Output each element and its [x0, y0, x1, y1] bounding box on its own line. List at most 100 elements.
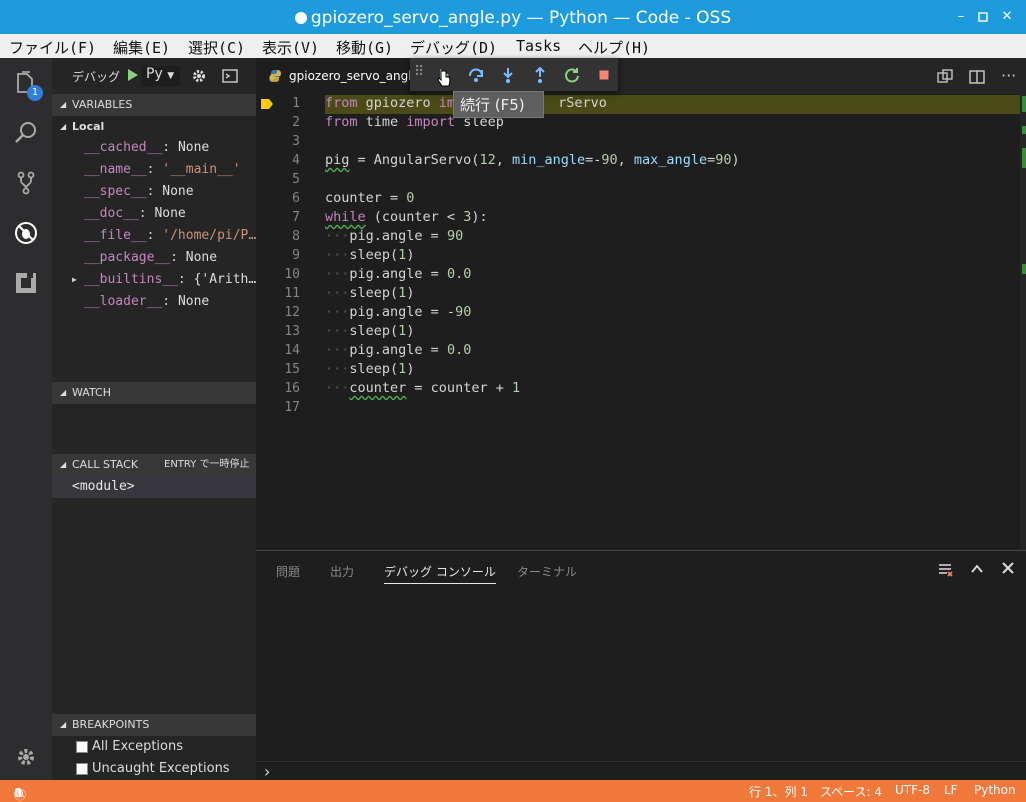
menu-selection[interactable]: 選択(C): [188, 37, 245, 58]
code-line[interactable]: pig = AngularServo(12, min_angle=-90, ma…: [325, 152, 740, 168]
code-line[interactable]: ···sleep(1): [325, 361, 414, 377]
bottom-panel: 問題 出力 デバッグ コンソール ターミナル ›: [256, 550, 1026, 781]
code-line[interactable]: ···pig.angle = 90: [325, 228, 463, 244]
explorer-button[interactable]: 1: [0, 58, 52, 106]
code-line[interactable]: ···pig.angle = 0.0: [325, 342, 471, 358]
menu-file[interactable]: ファイル(F): [9, 37, 96, 58]
source-control-button[interactable]: [0, 158, 52, 206]
close-window-icon[interactable]: ✕: [996, 6, 1018, 28]
line-number: 12: [284, 305, 300, 320]
code-line[interactable]: ···sleep(1): [325, 285, 414, 301]
debug-console-icon[interactable]: [222, 69, 238, 87]
debug-view-button[interactable]: [0, 208, 52, 256]
overview-ruler[interactable]: [1020, 94, 1026, 550]
debug-settings-icon[interactable]: [191, 68, 207, 88]
step-out-icon: [535, 66, 545, 83]
debug-config-select[interactable]: Py ▼: [142, 66, 180, 86]
checkbox[interactable]: [76, 763, 88, 775]
title-bar: gpiozero_servo_angle.py — Python — Code …: [0, 0, 1026, 34]
indentation[interactable]: スペース: 4: [820, 783, 882, 800]
line-number: 5: [292, 172, 300, 187]
start-debugging-icon[interactable]: [127, 68, 139, 82]
editor: gpiozero_servo_angle ··· 1 2 3 4 5 6 7 8…: [256, 58, 1026, 550]
code-line[interactable]: ···sleep(1): [325, 247, 414, 263]
end-of-line[interactable]: LF: [944, 783, 958, 797]
variables-header[interactable]: ◢ VARIABLES: [52, 94, 256, 116]
line-number: 6: [292, 191, 300, 206]
code-line[interactable]: while (counter < 3):: [325, 209, 488, 225]
console-prompt: ›: [264, 762, 271, 781]
menu-tasks[interactable]: Tasks: [516, 37, 561, 55]
split-editor-icon[interactable]: [969, 69, 985, 89]
cursor-position[interactable]: 行 1、列 1: [749, 783, 808, 800]
chevron-right-icon[interactable]: ▶: [72, 269, 77, 291]
tab-debug-console[interactable]: デバッグ コンソール: [384, 563, 496, 584]
close-panel-icon[interactable]: [1001, 561, 1015, 579]
debug-console-input[interactable]: ›: [256, 761, 1026, 781]
step-into-button[interactable]: [500, 67, 516, 83]
callstack-frame[interactable]: <module>: [52, 476, 256, 498]
clear-console-icon[interactable]: [937, 562, 953, 582]
extensions-icon: [16, 272, 36, 293]
scope-local[interactable]: ◢ Local: [52, 116, 256, 138]
drag-handle-icon[interactable]: ⠿: [414, 64, 430, 80]
line-number: 8: [292, 229, 300, 244]
breakpoint-uncaught-exceptions[interactable]: Uncaught Exceptions: [52, 758, 256, 780]
chevron-down-icon: ◢: [60, 122, 67, 131]
search-icon: [15, 122, 36, 143]
chevron-down-icon: ◢: [60, 100, 67, 109]
breakpoints-header[interactable]: ◢ BREAKPOINTS: [52, 714, 256, 736]
debug-label: デバッグ: [72, 70, 121, 84]
chevron-down-icon: ◢: [60, 720, 67, 729]
line-number: 17: [284, 400, 300, 415]
line-number: 16: [284, 381, 300, 396]
minimize-icon[interactable]: –: [950, 6, 972, 28]
menu-help[interactable]: ヘルプ(H): [578, 37, 650, 58]
window-title: gpiozero_servo_angle.py — Python — Code …: [310, 8, 732, 28]
stop-button[interactable]: [596, 67, 612, 83]
checkbox[interactable]: [76, 741, 88, 753]
python-file-icon: [269, 70, 281, 82]
git-branch-icon: [17, 171, 35, 195]
variable-item[interactable]: __name__: '__main__': [52, 159, 256, 181]
encoding[interactable]: UTF-8: [895, 783, 930, 797]
variable-item[interactable]: __file__: '/home/pi/P…: [52, 225, 256, 247]
breakpoint-all-exceptions[interactable]: All Exceptions: [52, 736, 256, 758]
variable-item[interactable]: __spec__: None: [52, 181, 256, 203]
extensions-button[interactable]: [0, 258, 52, 306]
menu-view[interactable]: 表示(V): [262, 37, 319, 58]
tab-output[interactable]: 出力: [330, 563, 354, 580]
code-line[interactable]: ···sleep(1): [325, 323, 414, 339]
debug-toolbar-sidebar: デバッグ Py ▼: [52, 58, 256, 94]
code-line[interactable]: counter = 0: [325, 190, 414, 206]
step-out-button[interactable]: [532, 66, 548, 83]
manage-button[interactable]: [0, 732, 52, 780]
editor-tab[interactable]: gpiozero_servo_angle: [256, 58, 419, 94]
callstack-header[interactable]: ◢ CALL STACK ENTRY で一時停止: [52, 454, 256, 476]
language-mode[interactable]: Python: [974, 783, 1016, 797]
variable-item[interactable]: __cached__: None: [52, 137, 256, 159]
code-line[interactable]: ···pig.angle = 0.0: [325, 266, 471, 282]
line-number: 11: [284, 286, 300, 301]
tab-problems[interactable]: 問題: [276, 563, 300, 580]
variable-item[interactable]: __loader__: None: [52, 291, 256, 313]
code-line[interactable]: ···counter = counter + 1: [325, 380, 520, 396]
step-over-button[interactable]: [468, 67, 484, 83]
tab-terminal[interactable]: ターミナル: [517, 563, 577, 580]
variable-item[interactable]: ▶ __builtins__: {'Arith…: [52, 269, 256, 291]
menu-edit[interactable]: 編集(E): [113, 37, 170, 58]
menu-debug[interactable]: デバッグ(D): [410, 37, 497, 58]
search-button[interactable]: [0, 108, 52, 156]
line-number: 10: [284, 267, 300, 282]
maximize-icon[interactable]: [972, 6, 994, 28]
watch-header[interactable]: ◢ WATCH: [52, 382, 256, 404]
code-line[interactable]: ···pig.angle = -90: [325, 304, 471, 320]
open-changes-icon[interactable]: [937, 69, 953, 89]
maximize-panel-icon[interactable]: [969, 561, 985, 581]
more-actions-icon[interactable]: ···: [1001, 66, 1016, 85]
unsaved-dot-icon: [294, 12, 307, 24]
menu-go[interactable]: 移動(G): [336, 37, 393, 58]
restart-button[interactable]: [564, 67, 580, 83]
variable-item[interactable]: __doc__: None: [52, 203, 256, 225]
variable-item[interactable]: __package__: None: [52, 247, 256, 269]
